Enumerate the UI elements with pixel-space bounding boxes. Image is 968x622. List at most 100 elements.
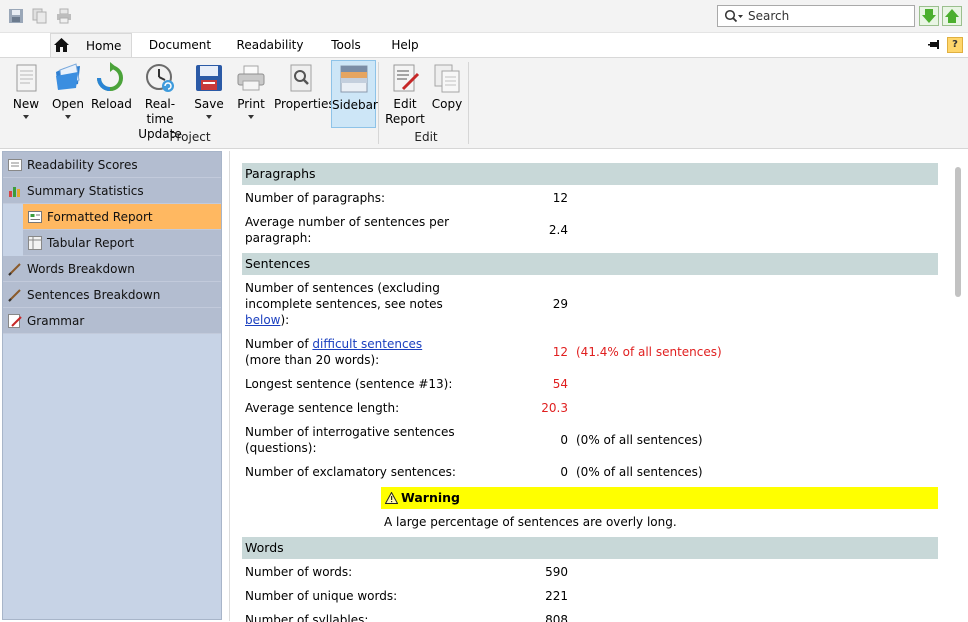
avg-sentence-length-value: 20.3 [541, 401, 568, 415]
syllables-count-value: 808 [545, 613, 568, 622]
search-box[interactable] [717, 5, 915, 27]
sentences-count-label-end: ): [280, 313, 290, 327]
unique-words-label: Number of unique words: [245, 589, 398, 603]
edit-report-button[interactable]: Edit Report [384, 60, 426, 127]
formatted-report-icon [28, 211, 42, 223]
scrollbar-thumb[interactable] [955, 167, 961, 297]
tab-readability-label: Readability [236, 38, 304, 52]
sidebar-toggle-button[interactable]: Sidebar [331, 60, 378, 128]
sidebar-item-label: Grammar [27, 314, 85, 328]
tab-document[interactable]: Document [144, 33, 216, 57]
help-button[interactable]: ? [947, 37, 963, 53]
save-quick-icon[interactable] [8, 8, 24, 24]
sidebar-item-sentences-breakdown[interactable]: Sentences Breakdown [3, 282, 221, 308]
syllables-count-label: Number of syllables: [245, 613, 369, 622]
difficult-sentences-link[interactable]: difficult sentences [312, 337, 422, 351]
sidebar-item-label: Words Breakdown [27, 262, 135, 276]
tab-document-label: Document [148, 38, 212, 52]
tab-readability[interactable]: Readability [232, 33, 308, 57]
interrogative-sentences-value: 0 [560, 433, 568, 447]
printer-icon [237, 65, 265, 91]
copy-quick-icon[interactable] [32, 8, 48, 24]
reload-button[interactable]: Reload [91, 60, 132, 112]
clock-update-icon [146, 64, 174, 92]
pin-icon[interactable] [927, 38, 941, 52]
print-label: Print [237, 97, 265, 111]
longest-sentence-value: 54 [552, 377, 568, 391]
sidebar-item-formatted-report[interactable]: Formatted Report [23, 204, 221, 230]
open-label: Open [51, 97, 85, 111]
grammar-icon [8, 314, 22, 328]
copy-button[interactable]: Copy [430, 60, 464, 112]
tab-help-label: Help [391, 38, 419, 52]
sidebar-item-words-breakdown[interactable]: Words Breakdown [3, 256, 221, 282]
exclamatory-sentences-value: 0 [560, 465, 568, 479]
difficult-sentences-label: Number of difficult sentences (more than… [245, 336, 460, 368]
sidebar-item-label: Summary Statistics [27, 184, 144, 198]
reload-icon [97, 62, 123, 91]
interrogative-sentences-label: Number of interrogative sentences (quest… [245, 425, 455, 455]
sidebar-item-grammar[interactable]: Grammar [3, 308, 221, 334]
sidebar-panel: Readability Scores Summary Statistics Fo… [2, 151, 222, 620]
warning-text: A large percentage of sentences are over… [384, 515, 677, 529]
tab-tools-label: Tools [331, 38, 361, 52]
dropdown-arrow-icon [65, 115, 71, 119]
open-button[interactable]: Open [50, 60, 86, 119]
tab-tools[interactable]: Tools [322, 33, 370, 57]
properties-label: Properties [274, 97, 335, 111]
section-heading-paragraphs: Paragraphs [242, 163, 938, 185]
section-heading-sentences: Sentences [242, 253, 938, 275]
search-icon[interactable] [724, 9, 744, 24]
print-button[interactable]: Print [234, 60, 268, 119]
sidebar-item-readability-scores[interactable]: Readability Scores [3, 152, 221, 178]
edit-group-label: Edit [414, 130, 438, 144]
new-document-icon [16, 64, 37, 92]
previous-up-button[interactable] [942, 6, 962, 26]
save-label: Save [194, 97, 224, 111]
exclamatory-sentences-label: Number of exclamatory sentences: [245, 465, 456, 479]
new-button[interactable]: New [8, 60, 44, 119]
paragraphs-count-value: 12 [552, 191, 568, 205]
realtime-label: Real-time [144, 97, 176, 126]
open-folder-icon [56, 63, 80, 90]
save-button[interactable]: Save [192, 60, 226, 119]
summary-statistics-icon [9, 187, 20, 197]
ribbon-group-separator [468, 62, 469, 144]
avg-sentences-per-paragraph-value: 2.4 [548, 223, 568, 237]
sidebar-icon [340, 65, 367, 93]
longest-sentence-label: Longest sentence (sentence #13): [245, 377, 453, 391]
avg-sentences-per-paragraph-label: Average number of sentences per paragrap… [245, 215, 450, 245]
new-label: New [12, 97, 40, 111]
pencil-icon [8, 289, 21, 302]
dropdown-arrow-icon [248, 115, 254, 119]
exclamatory-sentences-percent: (0% of all sentences) [576, 465, 703, 479]
sidebar-item-tabular-report[interactable]: Tabular Report [23, 230, 221, 256]
interrogative-sentences-percent: (0% of all sentences) [576, 433, 703, 447]
sentences-count-value: 29 [552, 297, 568, 311]
home-icon [54, 38, 69, 52]
sidebar-item-label: Formatted Report [47, 210, 153, 224]
print-quick-icon[interactable] [56, 8, 72, 24]
sentences-count-label-text: Number of sentences (excluding incomplet… [245, 281, 443, 311]
tab-home-label: Home [86, 39, 122, 53]
reload-label: Reload [91, 97, 132, 111]
readability-scores-icon [8, 159, 22, 171]
sidebar-item-summary-statistics[interactable]: Summary Statistics [3, 178, 221, 204]
difficult-sentences-percent: (41.4% of all sentences) [576, 345, 722, 359]
arrow-down-icon [919, 6, 939, 26]
pencil-icon [8, 263, 21, 276]
edit-report-icon [393, 64, 420, 92]
search-input[interactable] [748, 8, 908, 24]
tab-help[interactable]: Help [384, 33, 426, 57]
sidebar-item-label: Tabular Report [47, 236, 135, 250]
dropdown-arrow-icon [206, 115, 212, 119]
copy-label: Copy [431, 97, 463, 111]
vertical-scrollbar[interactable] [950, 151, 967, 621]
report-label: Report [385, 112, 425, 126]
properties-button[interactable]: Properties [274, 60, 335, 112]
below-link[interactable]: below [245, 313, 281, 327]
save-disk-icon [196, 65, 222, 91]
next-down-button[interactable] [919, 6, 939, 26]
tabular-report-icon [28, 236, 42, 250]
section-heading-words: Words [242, 537, 938, 559]
